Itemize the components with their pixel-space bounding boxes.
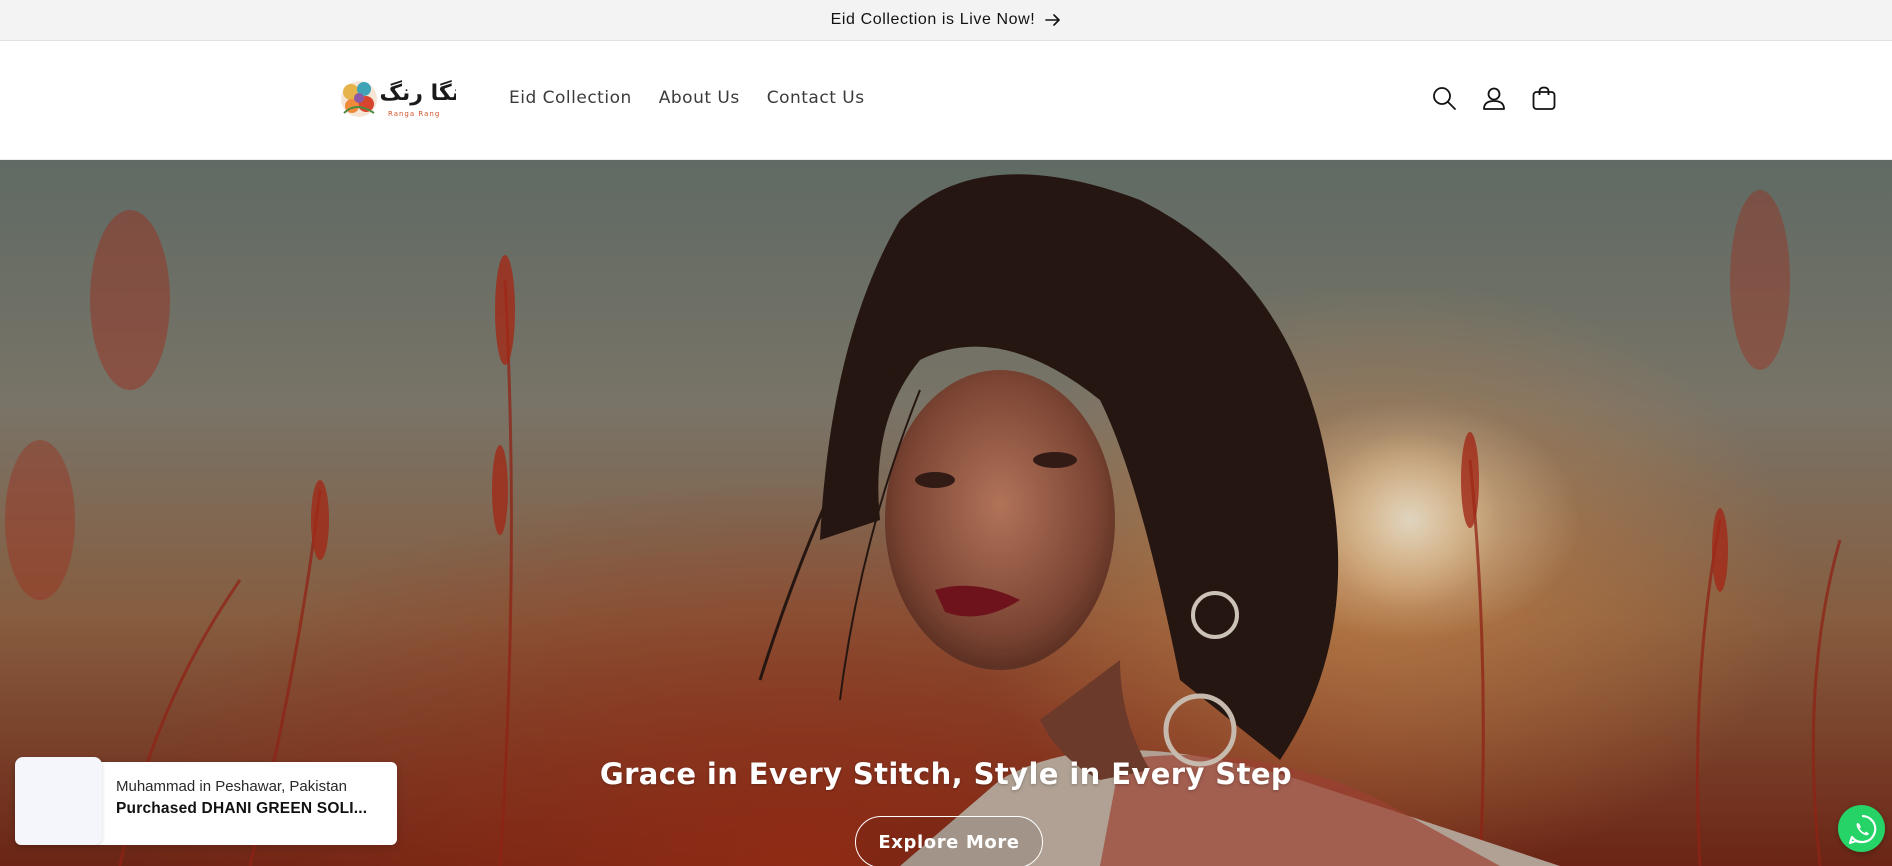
recent-purchase-popup[interactable]: Muhammad in Peshawar, Pakistan Purchased…: [15, 757, 397, 845]
logo-urdu-text: رنگا رنگ: [379, 79, 456, 106]
hero-banner: Grace in Every Stitch, Style in Every St…: [0, 160, 1892, 866]
explore-more-button[interactable]: Explore More: [855, 816, 1043, 866]
nav-contact-us[interactable]: Contact Us: [767, 88, 865, 108]
nav-about-us[interactable]: About Us: [659, 88, 740, 108]
logo-subtitle: Ranga Rang: [388, 110, 441, 118]
account-icon[interactable]: [1480, 84, 1508, 112]
header-actions: [1430, 84, 1558, 112]
purchase-product-name: Purchased DHANI GREEN SOLI...: [116, 800, 368, 817]
site-header: رنگا رنگ Ranga Rang Eid Collection About…: [0, 41, 1892, 160]
purchase-customer-location: Muhammad in Peshawar, Pakistan: [116, 778, 347, 795]
product-thumbnail: [15, 757, 102, 845]
announcement-text: Eid Collection is Live Now!: [830, 11, 1036, 28]
cart-icon[interactable]: [1530, 84, 1558, 112]
arrow-right-icon: [1045, 12, 1061, 29]
search-icon[interactable]: [1430, 84, 1458, 112]
nav-eid-collection[interactable]: Eid Collection: [509, 88, 632, 108]
main-nav: Eid Collection About Us Contact Us: [509, 88, 865, 108]
announcement-bar[interactable]: Eid Collection is Live Now!: [0, 0, 1892, 41]
whatsapp-icon[interactable]: [1838, 805, 1885, 852]
